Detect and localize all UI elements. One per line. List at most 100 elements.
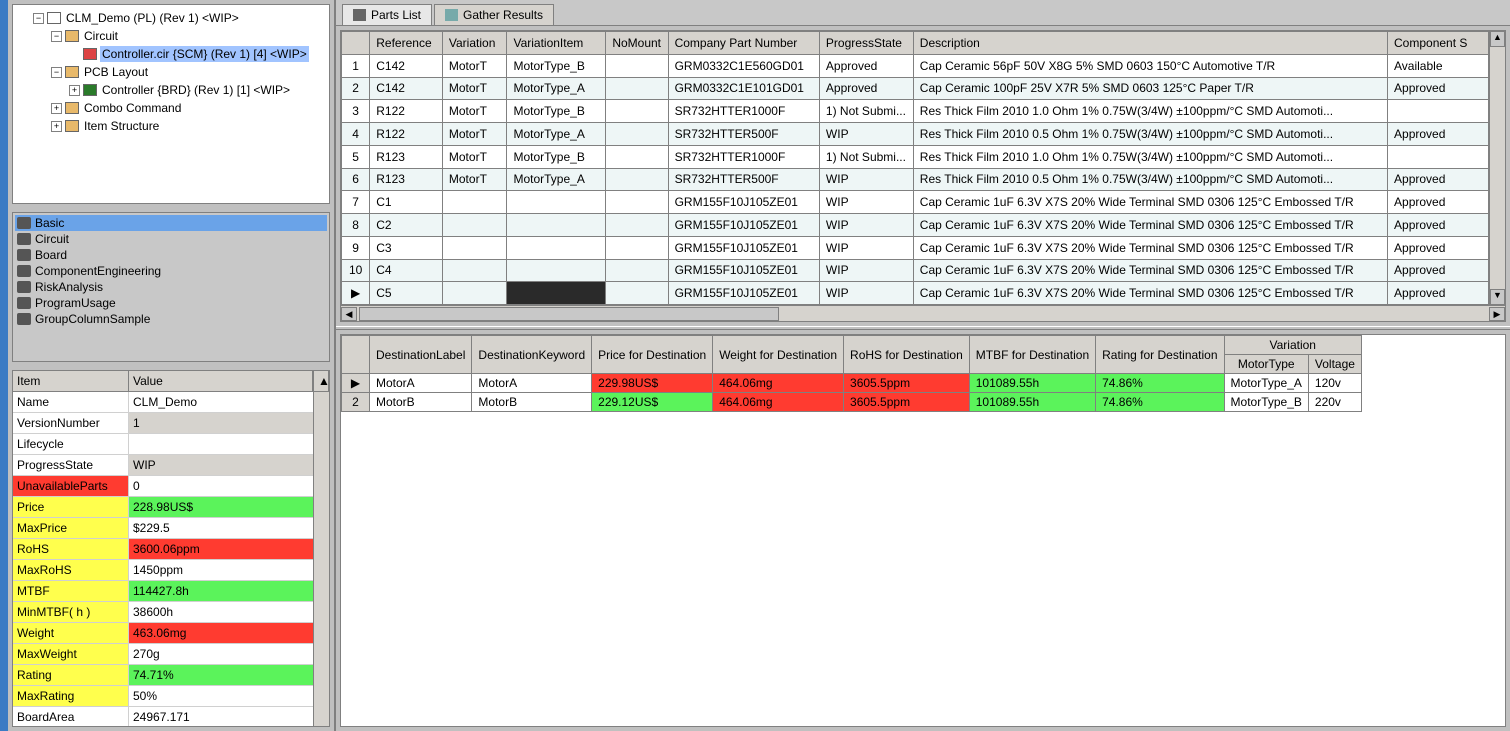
cell-cpn[interactable]: GRM155F10J105ZE01: [668, 236, 819, 259]
table-row[interactable]: 1C142MotorTMotorType_BGRM0332C1E560GD01A…: [342, 54, 1489, 77]
cell-nomount[interactable]: [606, 282, 668, 305]
cell-progress-state[interactable]: 1) Not Submi...: [819, 145, 913, 168]
cell-progress-state[interactable]: WIP: [819, 214, 913, 237]
tree-root[interactable]: CLM_Demo (PL) (Rev 1) <WIP>: [64, 10, 241, 26]
cell-cpn[interactable]: SR732HTTER1000F: [668, 145, 819, 168]
cell-reference[interactable]: C1: [370, 191, 443, 214]
cell-component-status[interactable]: Approved: [1388, 282, 1489, 305]
tree-itemstruct[interactable]: Item Structure: [82, 118, 161, 134]
tree-combo[interactable]: Combo Command: [82, 100, 183, 116]
table-row[interactable]: ▶C5GRM155F10J105ZE01WIPCap Ceramic 1uF 6…: [342, 282, 1489, 305]
column-header[interactable]: RoHS for Destination: [844, 336, 970, 374]
category-item[interactable]: Board: [15, 247, 327, 263]
cell-variation[interactable]: [442, 191, 507, 214]
cell-voltage[interactable]: 220v: [1308, 393, 1361, 412]
table-row[interactable]: 8C2GRM155F10J105ZE01WIPCap Ceramic 1uF 6…: [342, 214, 1489, 237]
cell-component-status[interactable]: Approved: [1388, 259, 1489, 282]
cell-reference[interactable]: C142: [370, 54, 443, 77]
table-row[interactable]: 2C142MotorTMotorType_AGRM0332C1E101GD01A…: [342, 77, 1489, 100]
row-header[interactable]: ▶: [342, 282, 370, 305]
table-row[interactable]: 3R122MotorTMotorType_BSR732HTTER1000F1) …: [342, 100, 1489, 123]
cell-rohs[interactable]: 3605.5ppm: [844, 393, 970, 412]
cell-description[interactable]: Cap Ceramic 1uF 6.3V X7S 20% Wide Termin…: [913, 259, 1387, 282]
cell-description[interactable]: Cap Ceramic 56pF 50V X8G 5% SMD 0603 150…: [913, 54, 1387, 77]
property-value[interactable]: 463.06mg: [129, 623, 313, 643]
cell-component-status[interactable]: Approved: [1388, 191, 1489, 214]
table-row[interactable]: 2MotorBMotorB229.12US$464.06mg3605.5ppm1…: [342, 393, 1362, 412]
property-row[interactable]: Rating74.71%: [13, 665, 313, 686]
cell-variation-item[interactable]: [507, 259, 606, 282]
cell-nomount[interactable]: [606, 236, 668, 259]
cell-motortype[interactable]: MotorType_A: [1224, 374, 1308, 393]
column-header[interactable]: ProgressState: [819, 32, 913, 55]
cell-description[interactable]: Res Thick Film 2010 1.0 Ohm 1% 0.75W(3/4…: [913, 100, 1387, 123]
cell-progress-state[interactable]: WIP: [819, 236, 913, 259]
property-value[interactable]: 3600.06ppm: [129, 539, 313, 559]
parts-grid[interactable]: ReferenceVariationVariationItemNoMountCo…: [340, 30, 1506, 322]
cell-component-status[interactable]: Available: [1388, 54, 1489, 77]
scroll-thumb[interactable]: [359, 307, 779, 321]
property-value[interactable]: 270g: [129, 644, 313, 664]
property-row[interactable]: NameCLM_Demo: [13, 392, 313, 413]
row-header[interactable]: 8: [342, 214, 370, 237]
column-header[interactable]: NoMount: [606, 32, 668, 55]
column-header[interactable]: Component S: [1388, 32, 1489, 55]
cell-variation[interactable]: MotorT: [442, 54, 507, 77]
cell-variation-item[interactable]: [507, 236, 606, 259]
cell-reference[interactable]: R122: [370, 123, 443, 146]
row-header[interactable]: 2: [342, 393, 370, 412]
row-header[interactable]: 3: [342, 100, 370, 123]
cell-progress-state[interactable]: Approved: [819, 54, 913, 77]
category-item[interactable]: ComponentEngineering: [15, 263, 327, 279]
expand-icon[interactable]: −: [51, 31, 62, 42]
cell-progress-state[interactable]: 1) Not Submi...: [819, 100, 913, 123]
scroll-up-icon[interactable]: ▲: [313, 371, 329, 391]
tree-controller-brd[interactable]: Controller {BRD} (Rev 1) [1] <WIP>: [100, 82, 292, 98]
column-header[interactable]: MTBF for Destination: [969, 336, 1095, 374]
category-list[interactable]: BasicCircuitBoardComponentEngineeringRis…: [12, 212, 330, 362]
property-value[interactable]: 228.98US$: [129, 497, 313, 517]
vertical-scrollbar[interactable]: ▲ ▼: [1489, 31, 1505, 305]
horizontal-scrollbar[interactable]: ◀ ▶: [341, 305, 1505, 321]
cell-reference[interactable]: C5: [370, 282, 443, 305]
table-row[interactable]: 10C4GRM155F10J105ZE01WIPCap Ceramic 1uF …: [342, 259, 1489, 282]
cell-variation-item[interactable]: MotorType_B: [507, 54, 606, 77]
props-header-item[interactable]: Item: [13, 371, 129, 391]
table-row[interactable]: ▶MotorAMotorA229.98US$464.06mg3605.5ppm1…: [342, 374, 1362, 393]
column-header[interactable]: Rating for Destination: [1096, 336, 1224, 374]
expand-icon[interactable]: +: [51, 121, 62, 132]
cell-variation-item[interactable]: MotorType_B: [507, 145, 606, 168]
row-header[interactable]: 5: [342, 145, 370, 168]
cell-variation[interactable]: [442, 282, 507, 305]
column-header[interactable]: Reference: [370, 32, 443, 55]
column-header[interactable]: Weight for Destination: [713, 336, 844, 374]
cell-variation-item[interactable]: [507, 282, 606, 305]
cell-reference[interactable]: R123: [370, 145, 443, 168]
cell-variation-item[interactable]: [507, 191, 606, 214]
property-value[interactable]: 50%: [129, 686, 313, 706]
scroll-down-icon[interactable]: ▼: [1490, 289, 1505, 305]
tree-circuit[interactable]: Circuit: [82, 28, 120, 44]
cell-progress-state[interactable]: WIP: [819, 282, 913, 305]
cell-voltage[interactable]: 120v: [1308, 374, 1361, 393]
cell-variation[interactable]: MotorT: [442, 145, 507, 168]
cell-dest-label[interactable]: MotorA: [370, 374, 472, 393]
property-row[interactable]: UnavailableParts0: [13, 476, 313, 497]
cell-cpn[interactable]: GRM155F10J105ZE01: [668, 214, 819, 237]
property-value[interactable]: 74.71%: [129, 665, 313, 685]
tab-gather-results[interactable]: Gather Results: [434, 4, 554, 25]
column-header[interactable]: Voltage: [1308, 355, 1361, 374]
property-row[interactable]: MTBF114427.8h: [13, 581, 313, 602]
cell-progress-state[interactable]: WIP: [819, 123, 913, 146]
property-value[interactable]: 38600h: [129, 602, 313, 622]
cell-reference[interactable]: R123: [370, 168, 443, 191]
cell-price[interactable]: 229.98US$: [592, 374, 713, 393]
cell-progress-state[interactable]: WIP: [819, 191, 913, 214]
table-row[interactable]: 7C1GRM155F10J105ZE01WIPCap Ceramic 1uF 6…: [342, 191, 1489, 214]
cell-nomount[interactable]: [606, 191, 668, 214]
cell-reference[interactable]: C4: [370, 259, 443, 282]
cell-variation-item[interactable]: MotorType_A: [507, 77, 606, 100]
tree-controller-scm[interactable]: Controller.cir {SCM} (Rev 1) [4] <WIP>: [100, 46, 309, 62]
column-header[interactable]: Price for Destination: [592, 336, 713, 374]
cell-component-status[interactable]: Approved: [1388, 214, 1489, 237]
